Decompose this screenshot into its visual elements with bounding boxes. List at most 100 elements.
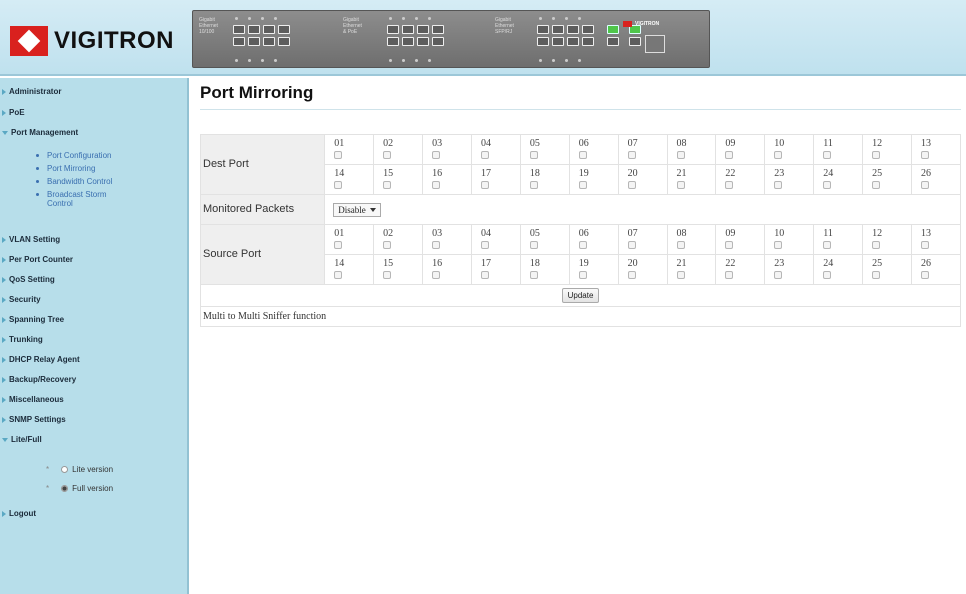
dest-port-checkbox[interactable] [529,151,538,159]
port-icon[interactable] [432,37,444,46]
port-icon[interactable] [537,25,549,34]
source-port-checkbox[interactable] [676,271,685,279]
sidebar-subitem-bandwidth-control[interactable]: Bandwidth Control [36,177,112,186]
port-icon[interactable] [387,37,399,46]
source-port-checkbox[interactable] [480,271,489,279]
dest-port-checkbox[interactable] [676,181,685,189]
sidebar-item-trunking[interactable]: Trunking [2,335,43,344]
port-icon[interactable] [233,25,245,34]
sidebar-subitem-port-mirroring[interactable]: Port Mirroring [36,164,95,173]
source-port-checkbox[interactable] [725,271,734,279]
port-icon[interactable] [432,25,444,34]
sidebar-item-vlan-setting[interactable]: VLAN Setting [2,235,60,244]
port-icon[interactable] [248,25,260,34]
source-port-checkbox[interactable] [823,271,832,279]
sidebar-item-security[interactable]: Security [2,295,41,304]
dest-port-checkbox[interactable] [578,151,587,159]
source-port-checkbox[interactable] [578,271,587,279]
sidebar-subitem-port-configuration[interactable]: Port Configuration [36,151,111,160]
sfp-port-icon[interactable] [607,25,619,34]
sfp-port-icon[interactable] [607,37,619,46]
dest-port-checkbox[interactable] [872,181,881,189]
sidebar-item-lite-full[interactable]: Lite/Full [2,435,42,444]
sidebar-item-spanning-tree[interactable]: Spanning Tree [2,315,64,324]
source-port-checkbox[interactable] [432,241,441,249]
sidebar-item-poe[interactable]: PoE [2,108,25,117]
dest-port-checkbox[interactable] [529,181,538,189]
sidebar-item-port-management[interactable]: Port Management [2,128,78,137]
port-icon[interactable] [263,37,275,46]
port-icon[interactable] [537,37,549,46]
port-icon[interactable] [417,37,429,46]
port-icon[interactable] [402,25,414,34]
source-port-checkbox[interactable] [774,241,783,249]
port-icon[interactable] [582,37,594,46]
sidebar-item-qos-setting[interactable]: QoS Setting [2,275,55,284]
port-icon[interactable] [263,25,275,34]
source-port-checkbox[interactable] [383,271,392,279]
dest-port-checkbox[interactable] [627,151,636,159]
source-port-checkbox[interactable] [823,241,832,249]
port-icon[interactable] [278,25,290,34]
update-button[interactable]: Update [561,288,600,303]
port-icon[interactable] [233,37,245,46]
source-port-checkbox[interactable] [334,271,343,279]
source-port-checkbox[interactable] [578,241,587,249]
full-version-radio[interactable] [61,485,69,492]
sidebar-item-dhcp-relay-agent[interactable]: DHCP Relay Agent [2,355,80,364]
dest-port-checkbox[interactable] [334,181,343,189]
port-icon[interactable] [402,37,414,46]
sidebar-item-snmp-settings[interactable]: SNMP Settings [2,415,66,424]
sidebar-subitem-broadcast-storm-control[interactable]: Broadcast Storm Control [36,190,116,208]
source-port-checkbox[interactable] [920,241,929,249]
dest-port-checkbox[interactable] [774,181,783,189]
port-icon[interactable] [387,25,399,34]
lite-version-option[interactable]: * Lite version [46,465,113,474]
dest-port-checkbox[interactable] [725,151,734,159]
sfp-port-icon[interactable] [629,37,641,46]
dest-port-checkbox[interactable] [823,181,832,189]
source-port-checkbox[interactable] [872,241,881,249]
sidebar-item-logout[interactable]: Logout [2,509,36,518]
port-icon[interactable] [567,37,579,46]
source-port-checkbox[interactable] [627,241,636,249]
dest-port-checkbox[interactable] [872,151,881,159]
dest-port-checkbox[interactable] [676,151,685,159]
dest-port-checkbox[interactable] [725,181,734,189]
lite-version-radio[interactable] [61,466,69,473]
source-port-checkbox[interactable] [872,271,881,279]
source-port-checkbox[interactable] [383,241,392,249]
source-port-checkbox[interactable] [627,271,636,279]
source-port-checkbox[interactable] [920,271,929,279]
dest-port-checkbox[interactable] [823,151,832,159]
source-port-checkbox[interactable] [432,271,441,279]
sidebar-item-per-port-counter[interactable]: Per Port Counter [2,255,73,264]
port-icon[interactable] [417,25,429,34]
source-port-checkbox[interactable] [725,241,734,249]
dest-port-checkbox[interactable] [920,181,929,189]
dest-port-checkbox[interactable] [480,151,489,159]
sidebar-item-miscellaneous[interactable]: Miscellaneous [2,395,64,404]
dest-port-checkbox[interactable] [920,151,929,159]
port-icon[interactable] [248,37,260,46]
dest-port-checkbox[interactable] [578,181,587,189]
source-port-checkbox[interactable] [774,271,783,279]
dest-port-checkbox[interactable] [432,151,441,159]
dest-port-checkbox[interactable] [383,151,392,159]
monitored-packets-select[interactable]: Disable [333,203,381,217]
port-icon[interactable] [552,25,564,34]
source-port-checkbox[interactable] [529,241,538,249]
port-icon[interactable] [278,37,290,46]
dest-port-checkbox[interactable] [334,151,343,159]
source-port-checkbox[interactable] [480,241,489,249]
source-port-checkbox[interactable] [676,241,685,249]
port-icon[interactable] [552,37,564,46]
dest-port-checkbox[interactable] [383,181,392,189]
port-icon[interactable] [567,25,579,34]
dest-port-checkbox[interactable] [774,151,783,159]
source-port-checkbox[interactable] [529,271,538,279]
port-icon[interactable] [582,25,594,34]
full-version-option[interactable]: * Full version [46,484,113,493]
dest-port-checkbox[interactable] [432,181,441,189]
dest-port-checkbox[interactable] [480,181,489,189]
